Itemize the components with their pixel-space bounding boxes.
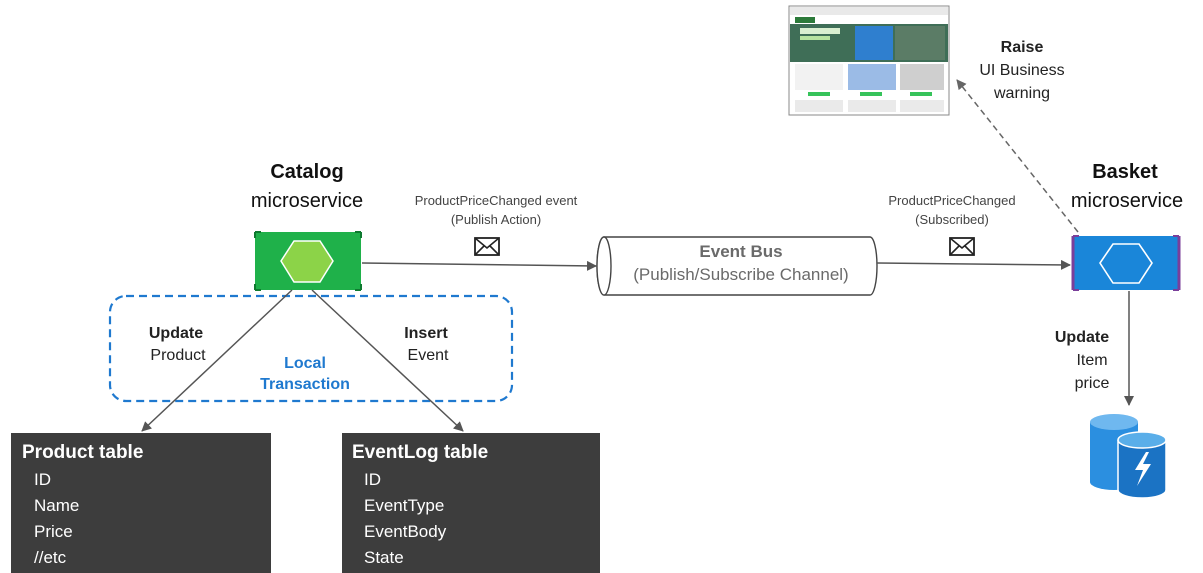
update-item-line2: price [1075,375,1110,392]
subscribe-label-line1: ProductPriceChanged [888,193,1015,208]
update-product-detail: Product [150,347,206,364]
website-thumbnail [788,5,950,116]
product-table-field: Price [34,522,73,541]
database-icon [1090,414,1167,499]
publish-label-line2: (Publish Action) [451,212,541,227]
catalog-microservice [254,231,362,291]
update-item-title: Update [1055,329,1109,346]
product-table-title: Product table [22,442,143,463]
eventlog-table-field: ID [364,470,381,489]
subscribe-arrow [876,259,1071,270]
event-bus-title: Event Bus [699,242,782,261]
eventlog-table-field: EventType [364,496,444,515]
eventlog-table-title: EventLog table [352,442,488,463]
publish-label-line1: ProductPriceChanged event [415,193,578,208]
basket-title: Basket [1092,161,1158,183]
catalog-subtitle: microservice [251,190,363,212]
raise-title: Raise [1001,39,1044,56]
insert-event-title: Insert [404,325,448,342]
insert-event-detail: Event [408,347,449,364]
raise-line1: UI Business [979,62,1064,79]
catalog-title: Catalog [270,161,343,183]
event-bus-subtitle: (Publish/Subscribe Channel) [633,265,848,284]
product-table-field: //etc [34,548,67,567]
product-table-field: ID [34,470,51,489]
raise-warning-arrow [956,79,1079,233]
subscribe-label-line2: (Subscribed) [915,212,989,227]
envelope-icon [949,237,975,256]
product-table-field: Name [34,496,79,515]
basket-subtitle: microservice [1071,190,1183,212]
eventlog-table-field: State [364,548,404,567]
eventlog-table-field: EventBody [364,522,447,541]
publish-arrow [361,260,597,271]
update-item-line1: Item [1076,352,1107,369]
local-transaction-line1: Local [284,355,326,372]
envelope-icon [474,237,500,256]
update-product-title: Update [149,325,203,342]
raise-line2: warning [993,85,1050,102]
architecture-diagram: Raise UI Business warning Catalog micros… [11,5,1183,573]
basket-microservice [1071,235,1181,291]
local-transaction-line2: Transaction [260,376,350,393]
